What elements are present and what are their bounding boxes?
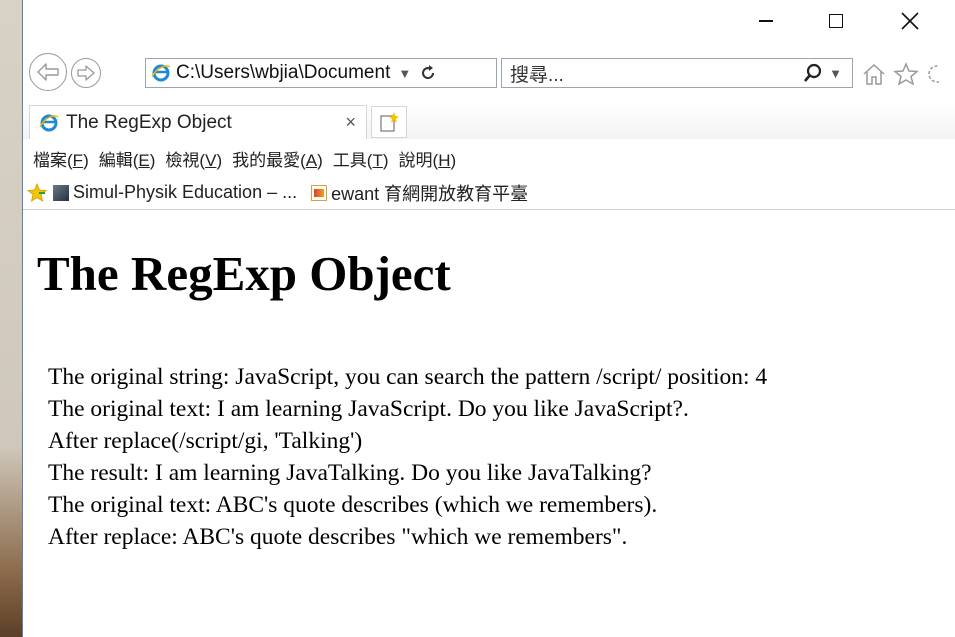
new-tab-icon <box>380 112 399 132</box>
simul-physik-favicon <box>53 184 69 201</box>
close-icon <box>901 12 919 30</box>
favorite-item[interactable]: Simul-Physik Education – ... <box>53 182 297 203</box>
browser-window: C:\Users\wbjia\Document ▼ 搜尋... ▼ The Re… <box>22 0 955 637</box>
address-dropdown-icon[interactable]: ▼ <box>398 66 411 81</box>
search-bar[interactable]: 搜尋... ▼ <box>501 58 853 88</box>
favorites-bar-star-icon[interactable] <box>27 182 47 203</box>
favorite-item[interactable]: ewant 育網開放教育平臺 <box>311 180 528 206</box>
ie-page-icon <box>151 64 171 82</box>
close-button[interactable] <box>887 6 933 36</box>
output-line: The original text: I am learning JavaScr… <box>48 396 689 422</box>
favorite-label[interactable]: ewant 育網開放教育平臺 <box>331 180 528 206</box>
output-lines: The original string: JavaScript, you can… <box>48 361 767 553</box>
favorite-label[interactable]: Simul-Physik Education – ... <box>73 182 297 203</box>
menu-item[interactable]: 編輯(E) <box>99 146 156 171</box>
page-heading: The RegExp Object <box>37 246 451 301</box>
new-tab-button[interactable] <box>371 106 407 138</box>
title-bar <box>23 0 955 40</box>
tab-active[interactable]: The RegExp Object × <box>29 105 367 139</box>
refresh-icon[interactable] <box>419 64 437 82</box>
search-dropdown-icon[interactable]: ▼ <box>829 66 842 81</box>
page-content: The RegExp Object The original string: J… <box>23 211 955 637</box>
output-line: After replace(/script/gi, 'Talking') <box>48 428 363 454</box>
search-icon[interactable] <box>803 63 823 83</box>
output-line: After replace: ABC's quote describes "wh… <box>48 524 628 550</box>
address-text[interactable]: C:\Users\wbjia\Document <box>176 62 390 84</box>
output-line: The original text: ABC's quote describes… <box>48 492 658 518</box>
minimize-icon <box>759 20 773 22</box>
tab-close-icon[interactable]: × <box>345 112 356 133</box>
maximize-button[interactable] <box>813 6 859 36</box>
address-bar[interactable]: C:\Users\wbjia\Document ▼ <box>145 58 497 88</box>
menu-item[interactable]: 工具(T) <box>333 146 389 171</box>
menu-item[interactable]: 檢視(V) <box>165 146 222 171</box>
minimize-button[interactable] <box>743 6 789 36</box>
output-line: The result: I am learning JavaTalking. D… <box>48 460 652 486</box>
ewant-favicon <box>311 184 328 201</box>
back-button[interactable] <box>29 53 67 91</box>
ie-tab-icon <box>39 114 59 131</box>
home-icon[interactable] <box>861 62 887 86</box>
favorites-bar: Simul-Physik Education – ... ewant 育網開放教… <box>23 176 955 210</box>
favorites-star-icon[interactable] <box>893 62 919 86</box>
forward-arrow-icon <box>77 65 95 81</box>
tab-strip: The RegExp Object × <box>23 103 955 139</box>
search-input[interactable]: 搜尋... <box>510 60 803 87</box>
menu-item[interactable]: 檔案(F) <box>33 146 89 171</box>
output-line: The original string: JavaScript, you can… <box>48 364 768 390</box>
tab-title: The RegExp Object <box>66 111 232 133</box>
settings-gear-icon[interactable] <box>925 62 939 86</box>
desktop-background <box>0 0 22 637</box>
back-arrow-icon <box>37 63 59 81</box>
forward-button[interactable] <box>71 58 101 88</box>
toolbar-icons <box>861 62 939 86</box>
menu-item[interactable]: 我的最愛(A) <box>232 146 323 171</box>
navigation-bar: C:\Users\wbjia\Document ▼ 搜尋... ▼ <box>23 50 955 94</box>
menu-bar: 檔案(F) 編輯(E) 檢視(V) 我的最愛(A) 工具(T) 說明(H) <box>23 141 955 175</box>
menu-item[interactable]: 說明(H) <box>399 146 457 171</box>
maximize-icon <box>829 14 843 28</box>
